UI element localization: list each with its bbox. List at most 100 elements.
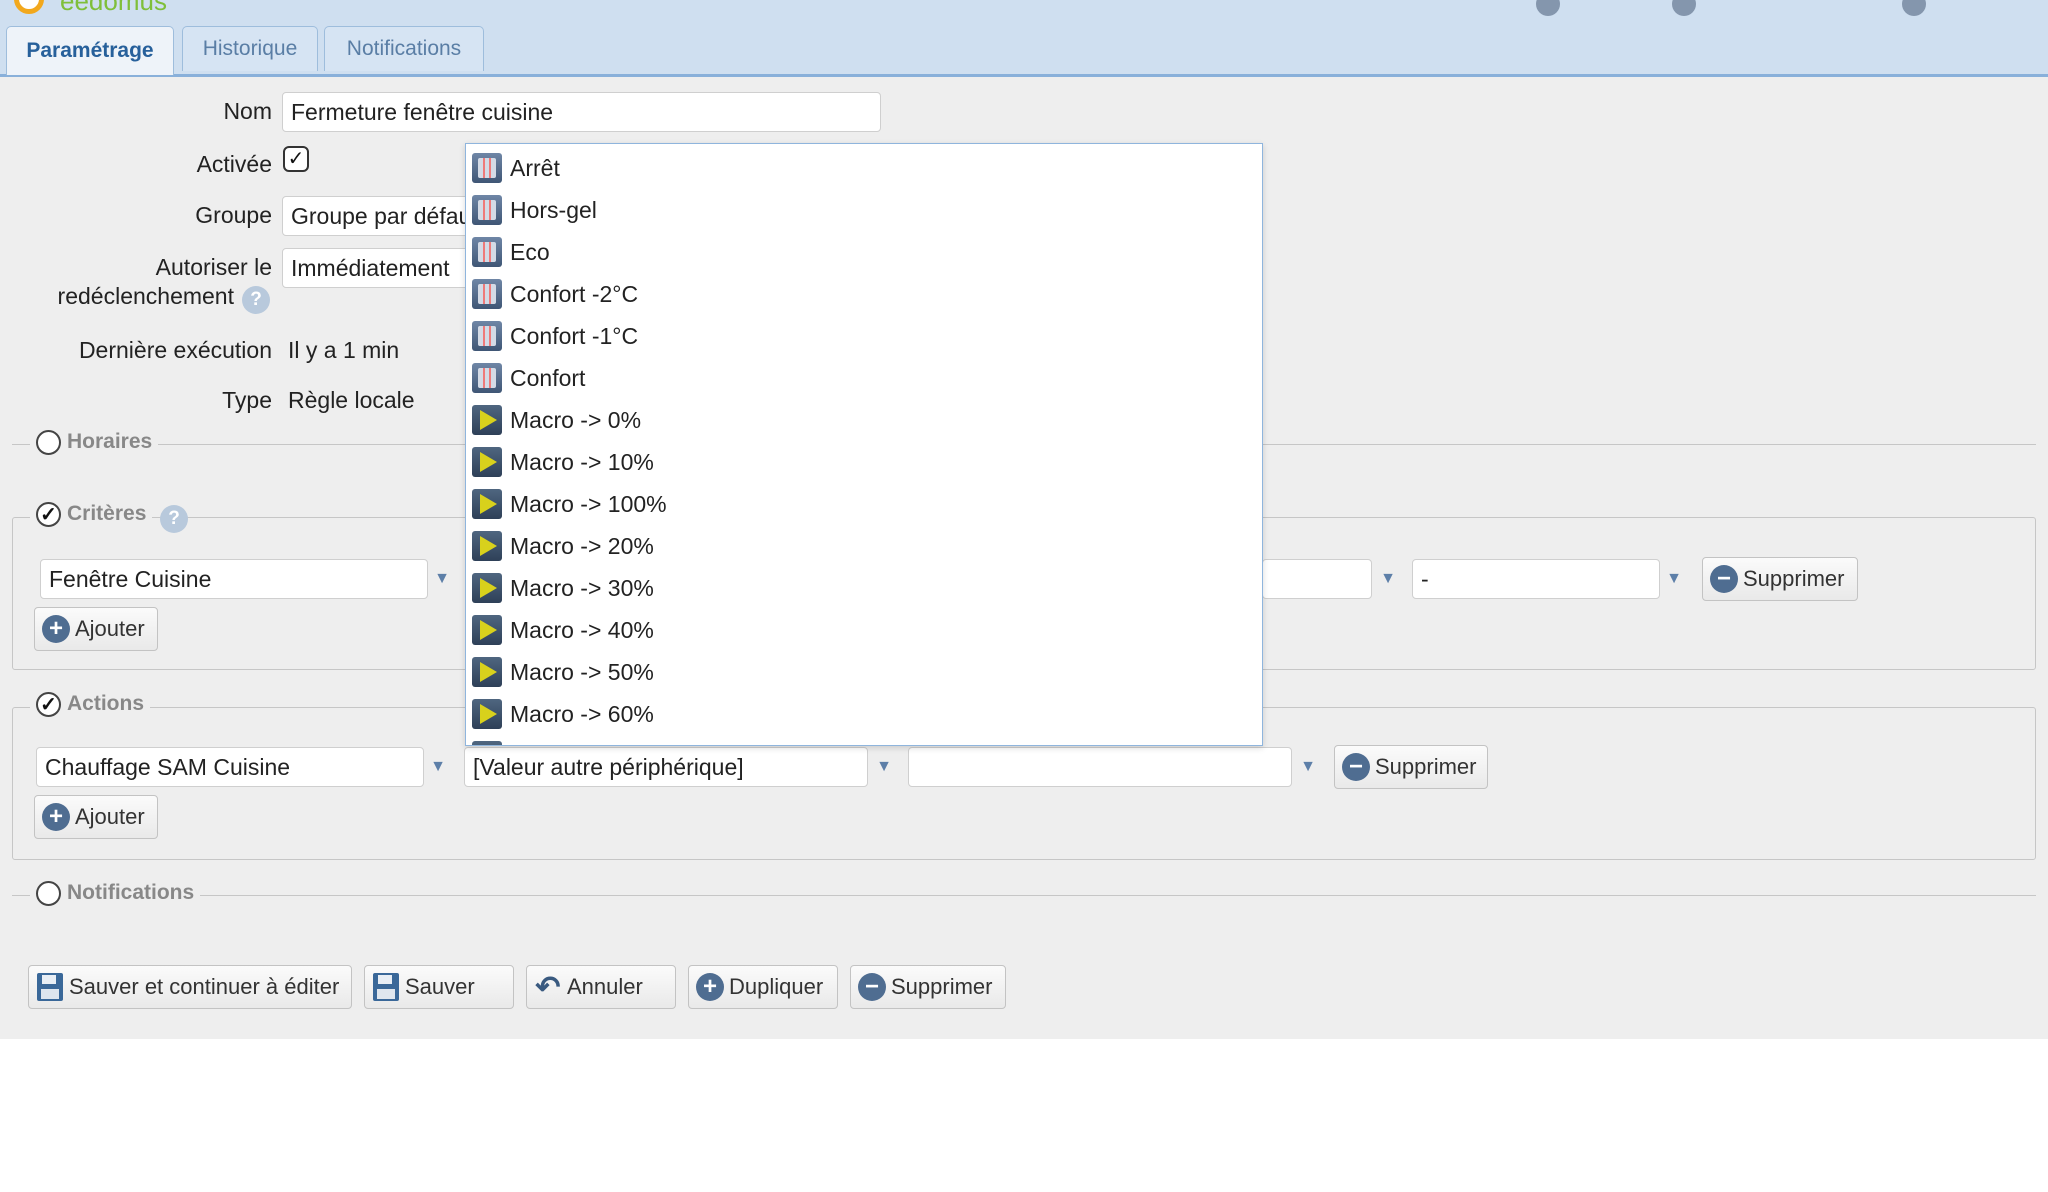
dropdown-option-label: Eco (510, 238, 550, 265)
actions-toggle[interactable]: ✓ (36, 692, 61, 717)
tab-historique[interactable]: Historique (182, 26, 318, 71)
action-add-button[interactable]: + Ajouter (34, 795, 158, 839)
nom-label: Nom (223, 98, 272, 124)
dropdown-option[interactable]: Macro -> 40% (472, 610, 654, 650)
derniere-execution-label: Dernière exécution (78, 337, 272, 363)
critere-delete-button[interactable]: − Supprimer (1702, 557, 1858, 601)
autoriser-label-line1: Autoriser le (155, 254, 272, 280)
macro-play-icon (472, 699, 502, 729)
macro-play-icon (472, 447, 502, 477)
dropdown-option-label: Confort -2°C (510, 280, 639, 307)
notifications-divider (12, 895, 2036, 896)
thermostat-icon (472, 363, 502, 393)
minus-circle-icon: − (858, 973, 886, 1001)
dropdown-option[interactable]: Macro -> 30% (472, 568, 654, 608)
chevron-down-icon[interactable]: ▼ (1660, 559, 1688, 599)
horaires-legend: Horaires (30, 430, 159, 455)
delete-button[interactable]: − Supprimer (850, 965, 1006, 1009)
criteres-toggle[interactable]: ✓ (36, 502, 61, 527)
logo-icon (14, 0, 44, 14)
gear-icon[interactable] (1672, 0, 1696, 16)
dropdown-option-label: Macro -> 0% (510, 406, 642, 433)
action-value-dropdown[interactable]: Arrêt Hors-gel Eco Confort -2°C Confort -1°C… (465, 143, 1263, 746)
dropdown-option-label: Macro -> 10% (510, 448, 654, 475)
actions-legend: ✓ Actions (30, 692, 151, 717)
horaires-title: Horaires (67, 430, 153, 454)
chevron-down-icon[interactable]: ▼ (1374, 559, 1402, 599)
undo-icon: ↶ (535, 970, 561, 1004)
chevron-down-icon[interactable]: ▼ (870, 747, 898, 787)
minus-circle-icon: − (1710, 565, 1738, 593)
dropdown-option[interactable]: Macro -> 0% (472, 400, 641, 440)
save-button[interactable]: Sauver (364, 965, 514, 1009)
dropdown-option-label: Confort (510, 364, 586, 391)
top-bar: eedomus (0, 0, 2048, 23)
macro-play-icon (472, 531, 502, 561)
actions-title: Actions (67, 692, 145, 716)
action-type-select[interactable]: [Valeur autre périphérique] (464, 747, 868, 787)
macro-play-icon (472, 573, 502, 603)
user-icon[interactable] (1902, 0, 1926, 16)
dropdown-option[interactable]: Macro -> 10% (472, 442, 654, 482)
duplicate-icon: + (696, 973, 724, 1001)
dropdown-option[interactable]: Macro -> 70% (472, 736, 654, 746)
redeclenchement-select[interactable]: Immédiatement (282, 248, 482, 288)
critere-value-select[interactable]: - (1412, 559, 1660, 599)
groupe-select[interactable]: Groupe par défaut (282, 196, 482, 236)
tab-notifications[interactable]: Notifications (324, 26, 484, 71)
nom-input[interactable]: Fermeture fenêtre cuisine (282, 92, 881, 132)
critere-add-button[interactable]: + Ajouter (34, 607, 158, 651)
duplicate-button[interactable]: + Dupliquer (688, 965, 838, 1009)
dropdown-option[interactable]: Macro -> 20% (472, 526, 654, 566)
help-icon[interactable]: ? (242, 286, 270, 314)
dropdown-option-label: Macro -> 70% (510, 743, 654, 746)
dropdown-option-label: Confort -1°C (510, 322, 639, 349)
dropdown-option-label: Macro -> 40% (510, 616, 654, 643)
plus-circle-icon: + (42, 803, 70, 831)
activee-label: Activée (196, 151, 272, 177)
macro-play-icon (472, 489, 502, 519)
thermostat-icon (472, 321, 502, 351)
dropdown-option[interactable]: Arrêt (472, 148, 560, 188)
dropdown-option-label: Macro -> 30% (510, 574, 654, 601)
dropdown-option[interactable]: Confort -1°C (472, 316, 638, 356)
dropdown-option[interactable]: Hors-gel (472, 190, 597, 230)
horaires-toggle[interactable] (36, 430, 61, 455)
critere-operator-select[interactable] (1262, 559, 1372, 599)
cancel-button[interactable]: ↶ Annuler (526, 965, 676, 1009)
action-delete-button[interactable]: − Supprimer (1334, 745, 1488, 789)
chevron-down-icon[interactable]: ▼ (1294, 747, 1322, 787)
type-label: Type (222, 387, 272, 413)
thermostat-icon (472, 153, 502, 183)
dropdown-option-label: Macro -> 60% (510, 700, 654, 727)
action-target-select[interactable] (908, 747, 1292, 787)
macro-play-icon (472, 615, 502, 645)
macro-play-icon (472, 405, 502, 435)
action-device-select[interactable]: Chauffage SAM Cuisine (36, 747, 424, 787)
chevron-down-icon[interactable]: ▼ (424, 747, 452, 787)
dropdown-option[interactable]: Confort (472, 358, 585, 398)
dropdown-option[interactable]: Macro -> 60% (472, 694, 654, 734)
dropdown-option[interactable]: Eco (472, 232, 550, 272)
critere-device-select[interactable]: Fenêtre Cuisine (40, 559, 428, 599)
minus-circle-icon: − (1342, 753, 1370, 781)
dropdown-option[interactable]: Confort -2°C (472, 274, 638, 314)
dropdown-option-label: Macro -> 20% (510, 532, 654, 559)
info-icon[interactable] (1536, 0, 1560, 16)
criteres-title: Critères (67, 502, 147, 526)
macro-play-icon (472, 741, 502, 745)
tab-parametrage[interactable]: Paramétrage (6, 26, 174, 75)
plus-circle-icon: + (42, 615, 70, 643)
tab-bar: Paramétrage Historique Notifications (0, 22, 2048, 77)
notifications-toggle[interactable] (36, 881, 61, 906)
chevron-down-icon[interactable]: ▼ (428, 559, 456, 599)
criteres-help-icon[interactable]: ? (160, 505, 188, 533)
dropdown-option[interactable]: Macro -> 100% (472, 484, 667, 524)
notifications-legend: Notifications (30, 881, 201, 906)
activee-checkbox[interactable]: ✓ (283, 146, 309, 172)
floppy-disk-icon (37, 973, 63, 1001)
dropdown-option[interactable]: Macro -> 50% (472, 652, 654, 692)
criteres-legend: ✓ Critères (30, 502, 153, 527)
save-continue-button[interactable]: Sauver et continuer à éditer (28, 965, 352, 1009)
macro-play-icon (472, 657, 502, 687)
